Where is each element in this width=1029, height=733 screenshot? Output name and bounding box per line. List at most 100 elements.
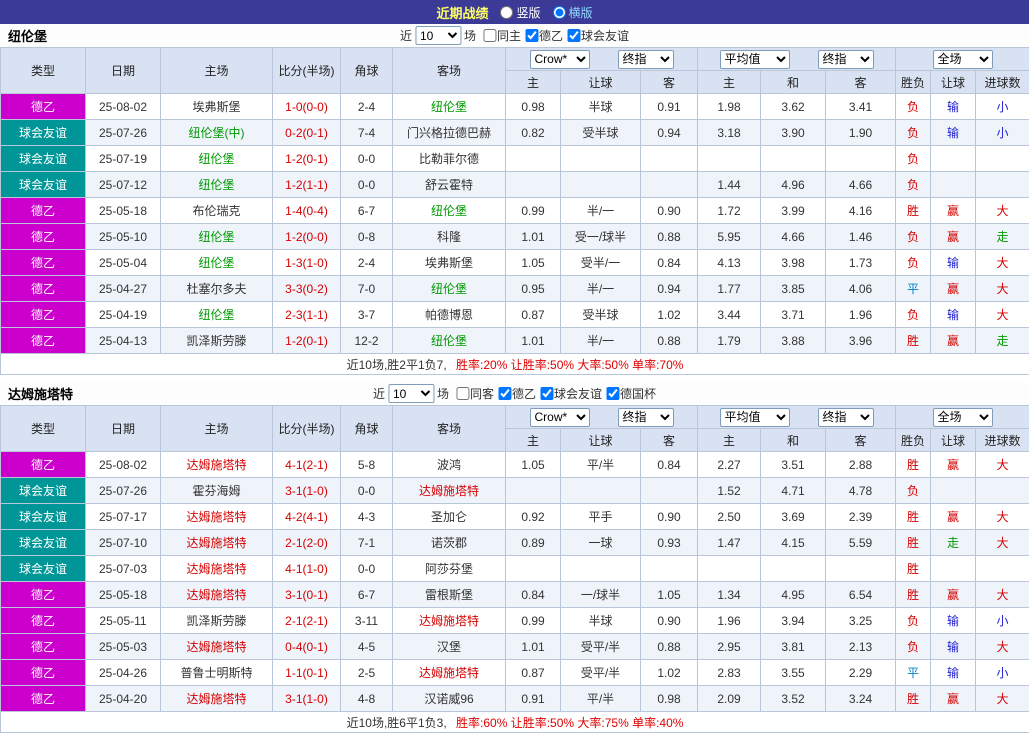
home-team[interactable]: 纽伦堡 (161, 224, 273, 250)
filter-checkbox-option[interactable]: 球会友谊 (563, 27, 629, 44)
home-team[interactable]: 达姆施塔特 (161, 556, 273, 582)
avg-final-select[interactable]: 终指 (818, 50, 874, 69)
avg-draw-odds: 3.71 (761, 302, 826, 328)
filter-checkbox[interactable] (483, 29, 496, 42)
filter-checkbox-option[interactable]: 球会友谊 (536, 385, 602, 402)
away-team[interactable]: 波鸿 (393, 452, 506, 478)
layout-option-vertical[interactable]: 竖版 (500, 4, 540, 21)
away-team[interactable]: 达姆施塔特 (393, 608, 506, 634)
match-score[interactable]: 3-1(0-1) (273, 582, 341, 608)
match-score[interactable]: 1-2(0-1) (273, 146, 341, 172)
match-score[interactable]: 2-3(1-1) (273, 302, 341, 328)
home-team[interactable]: 纽伦堡 (161, 172, 273, 198)
away-team[interactable]: 汉堡 (393, 634, 506, 660)
away-team[interactable]: 汉诺威96 (393, 686, 506, 712)
asian-away-odds: 0.88 (641, 328, 698, 354)
match-score[interactable]: 1-2(0-0) (273, 224, 341, 250)
bookmaker-select[interactable]: Crow* (530, 408, 590, 427)
match-count-select[interactable]: 10 (415, 26, 461, 45)
average-select[interactable]: 平均值 (720, 50, 790, 69)
home-team[interactable]: 凯泽斯劳滕 (161, 328, 273, 354)
average-select[interactable]: 平均值 (720, 408, 790, 427)
away-team[interactable]: 纽伦堡 (393, 276, 506, 302)
away-team[interactable]: 纽伦堡 (393, 94, 506, 120)
home-team[interactable]: 凯泽斯劳滕 (161, 608, 273, 634)
asian-home-odds: 0.99 (506, 608, 561, 634)
home-team[interactable]: 霍芬海姆 (161, 478, 273, 504)
match-score[interactable]: 1-2(0-1) (273, 328, 341, 354)
away-team[interactable]: 诺茨郡 (393, 530, 506, 556)
away-team[interactable]: 达姆施塔特 (393, 478, 506, 504)
full-match-select[interactable]: 全场 (933, 408, 993, 427)
filter-checkbox-option[interactable]: 德国杯 (602, 385, 656, 402)
away-team[interactable]: 舒云霍特 (393, 172, 506, 198)
asian-final-select[interactable]: 终指 (618, 408, 674, 427)
away-team[interactable]: 埃弗斯堡 (393, 250, 506, 276)
home-team[interactable]: 达姆施塔特 (161, 504, 273, 530)
match-score[interactable]: 1-3(1-0) (273, 250, 341, 276)
horizontal-radio[interactable] (553, 6, 566, 19)
match-count-select[interactable]: 10 (388, 384, 434, 403)
away-team[interactable]: 纽伦堡 (393, 198, 506, 224)
away-team[interactable]: 门兴格拉德巴赫 (393, 120, 506, 146)
home-team[interactable]: 达姆施塔特 (161, 582, 273, 608)
match-score[interactable]: 4-1(1-0) (273, 556, 341, 582)
asian-final-select[interactable]: 终指 (618, 50, 674, 69)
filter-checkbox-option[interactable]: 同主 (479, 27, 521, 44)
layout-option-horizontal[interactable]: 横版 (553, 4, 593, 21)
home-team[interactable]: 达姆施塔特 (161, 452, 273, 478)
home-team[interactable]: 埃弗斯堡 (161, 94, 273, 120)
home-team[interactable]: 纽伦堡 (161, 250, 273, 276)
away-team[interactable]: 科隆 (393, 224, 506, 250)
match-score[interactable]: 2-1(2-1) (273, 608, 341, 634)
match-type: 德乙 (1, 94, 86, 120)
away-team[interactable]: 阿莎芬堡 (393, 556, 506, 582)
home-team[interactable]: 达姆施塔特 (161, 686, 273, 712)
vertical-radio[interactable] (500, 6, 513, 19)
away-team[interactable]: 雷根斯堡 (393, 582, 506, 608)
filter-checkbox-option[interactable]: 德乙 (521, 27, 563, 44)
filter-checkbox[interactable] (567, 29, 580, 42)
home-team[interactable]: 达姆施塔特 (161, 634, 273, 660)
home-team[interactable]: 达姆施塔特 (161, 530, 273, 556)
filter-checkbox[interactable] (606, 387, 619, 400)
away-team[interactable]: 帕德博恩 (393, 302, 506, 328)
filter-checkbox-option[interactable]: 同客 (452, 385, 494, 402)
match-score[interactable]: 0-4(0-1) (273, 634, 341, 660)
home-team[interactable]: 纽伦堡(中) (161, 120, 273, 146)
match-score[interactable]: 1-4(0-4) (273, 198, 341, 224)
away-team[interactable]: 比勒菲尔德 (393, 146, 506, 172)
home-team[interactable]: 纽伦堡 (161, 146, 273, 172)
bookmaker-select[interactable]: Crow* (530, 50, 590, 69)
match-score[interactable]: 4-2(4-1) (273, 504, 341, 530)
filter-checkbox[interactable] (540, 387, 553, 400)
home-team[interactable]: 纽伦堡 (161, 302, 273, 328)
avg-away-odds: 2.88 (826, 452, 896, 478)
home-team[interactable]: 普鲁士明斯特 (161, 660, 273, 686)
col-asian-handicap: 让球 (561, 429, 641, 452)
away-team[interactable]: 纽伦堡 (393, 328, 506, 354)
filter-checkbox-option[interactable]: 德乙 (494, 385, 536, 402)
avg-final-select[interactable]: 终指 (818, 408, 874, 427)
filter-checkbox[interactable] (525, 29, 538, 42)
result-goals: 大 (976, 250, 1029, 276)
filter-checkbox[interactable] (498, 387, 511, 400)
asian-home-odds: 0.87 (506, 302, 561, 328)
match-score[interactable]: 3-3(0-2) (273, 276, 341, 302)
away-team[interactable]: 圣加仑 (393, 504, 506, 530)
match-score[interactable]: 1-0(0-0) (273, 94, 341, 120)
avg-home-odds: 1.77 (698, 276, 761, 302)
away-team[interactable]: 达姆施塔特 (393, 660, 506, 686)
full-match-select[interactable]: 全场 (933, 50, 993, 69)
home-team[interactable]: 布伦瑞克 (161, 198, 273, 224)
match-score[interactable]: 0-2(0-1) (273, 120, 341, 146)
match-score[interactable]: 1-1(0-1) (273, 660, 341, 686)
match-score[interactable]: 1-2(1-1) (273, 172, 341, 198)
filter-checkbox[interactable] (456, 387, 469, 400)
match-score[interactable]: 2-1(2-0) (273, 530, 341, 556)
match-score[interactable]: 4-1(2-1) (273, 452, 341, 478)
match-score[interactable]: 3-1(1-0) (273, 478, 341, 504)
match-score[interactable]: 3-1(1-0) (273, 686, 341, 712)
home-team[interactable]: 杜塞尔多夫 (161, 276, 273, 302)
match-date: 25-05-04 (86, 250, 161, 276)
